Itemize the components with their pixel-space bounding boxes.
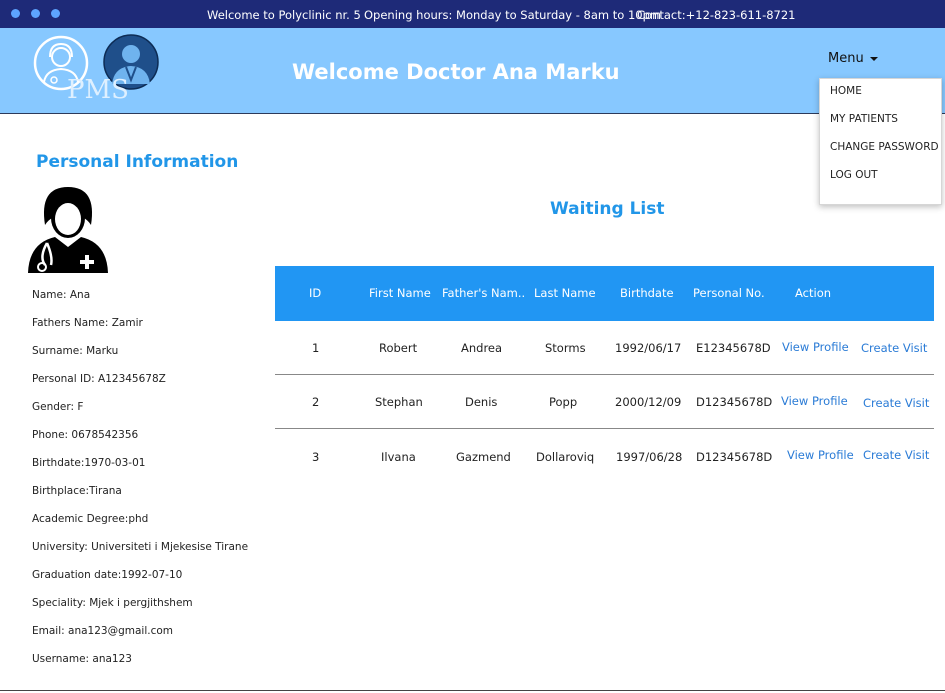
female-doctor-avatar-icon [25, 185, 111, 275]
table-row: 3 Ilvana Gazmend Dollaroviq 1997/06/28 D… [275, 430, 934, 484]
caret-down-icon [869, 56, 878, 61]
cell-first-name: Stephan [375, 395, 423, 409]
table-row: 1 Robert Andrea Storms 1992/06/17 E12345… [275, 321, 934, 375]
cell-fathers-name: Denis [465, 395, 498, 409]
column-header-id: ID [309, 286, 322, 300]
clinic-welcome-text: Welcome to Polyclinic nr. 5 [207, 8, 361, 22]
info-surname: Surname: Marku [32, 345, 119, 357]
info-gender: Gender: F [32, 401, 84, 413]
menu-item-home[interactable]: HOME [830, 85, 862, 97]
table-header: ID First Name Father's Nam.. Last Name B… [275, 266, 934, 321]
cell-last-name: Popp [549, 395, 578, 409]
column-header-fathers-name: Father's Nam.. [442, 286, 526, 300]
opening-hours-text: Opening hours: Monday to Saturday - 8am … [364, 8, 662, 22]
cell-birthdate: 1992/06/17 [615, 341, 682, 355]
column-header-first-name: First Name [369, 286, 431, 300]
window-title-bar: Welcome to Polyclinic nr. 5 Opening hour… [0, 0, 945, 28]
info-name: Name: Ana [32, 289, 91, 301]
view-profile-link[interactable]: View Profile [787, 448, 854, 462]
cell-fathers-name: Gazmend [456, 450, 511, 464]
window-dot-icon[interactable] [11, 9, 20, 18]
column-header-action: Action [795, 286, 832, 300]
cell-fathers-name: Andrea [461, 341, 503, 355]
view-profile-link[interactable]: View Profile [781, 394, 848, 408]
table-row: 2 Stephan Denis Popp 2000/12/09 D1234567… [275, 375, 934, 429]
window-dot-icon[interactable] [51, 9, 60, 18]
menu-label: Menu [828, 51, 864, 66]
view-profile-link[interactable]: View Profile [782, 340, 849, 354]
menu-item-my-patients[interactable]: MY PATIENTS [830, 113, 898, 125]
info-username: Username: ana123 [32, 653, 132, 665]
menu-item-change-password[interactable]: CHANGE PASSWORD [830, 141, 939, 153]
info-birthdate: Birthdate:1970-03-01 [32, 457, 146, 469]
window-dot-icon[interactable] [31, 9, 40, 18]
app-header: PMS Welcome Doctor Ana Marku Menu [0, 28, 945, 114]
menu-dropdown: HOME MY PATIENTS CHANGE PASSWORD LOG OUT [819, 78, 942, 205]
create-visit-link[interactable]: Create Visit [863, 448, 929, 462]
info-academic-degree: Academic Degree:phd [32, 513, 149, 525]
column-header-last-name: Last Name [534, 286, 596, 300]
cell-first-name: Ilvana [381, 450, 416, 464]
create-visit-link[interactable]: Create Visit [861, 341, 927, 355]
cell-id: 3 [312, 450, 320, 464]
column-header-personal-no: Personal No. [693, 286, 765, 300]
cell-last-name: Dollaroviq [536, 450, 595, 464]
column-header-birthdate: Birthdate [620, 286, 674, 300]
cell-personal-no: D12345678D [696, 395, 773, 409]
contact-text: Contact:+12-823-611-8721 [637, 8, 796, 22]
info-personal-id: Personal ID: A12345678Z [32, 373, 166, 385]
page-title: Welcome Doctor Ana Marku [292, 60, 620, 84]
menu-dropdown-toggle[interactable]: Menu [828, 51, 878, 66]
cell-first-name: Robert [379, 341, 418, 355]
info-graduation-date: Graduation date:1992-07-10 [32, 569, 183, 581]
info-birthplace: Birthplace:Tirana [32, 485, 122, 497]
info-fathers-name: Fathers Name: Zamir [32, 317, 143, 329]
info-university: University: Universiteti i Mjekesise Tir… [32, 541, 249, 553]
menu-item-log-out[interactable]: LOG OUT [830, 169, 878, 181]
info-speciality: Speciality: Mjek i pergjithshem [32, 597, 193, 609]
cell-personal-no: E12345678D [696, 341, 771, 355]
cell-birthdate: 1997/06/28 [616, 450, 683, 464]
personal-info-title: Personal Information [36, 152, 239, 172]
cell-personal-no: D12345678D [696, 450, 773, 464]
cell-last-name: Storms [545, 341, 586, 355]
waiting-list-title: Waiting List [550, 199, 665, 219]
info-email: Email: ana123@gmail.com [32, 625, 173, 637]
cell-id: 1 [312, 341, 320, 355]
cell-id: 2 [312, 395, 320, 409]
create-visit-link[interactable]: Create Visit [863, 396, 929, 410]
cell-birthdate: 2000/12/09 [615, 395, 682, 409]
logo-text: PMS [67, 75, 129, 105]
info-phone: Phone: 0678542356 [32, 429, 139, 441]
